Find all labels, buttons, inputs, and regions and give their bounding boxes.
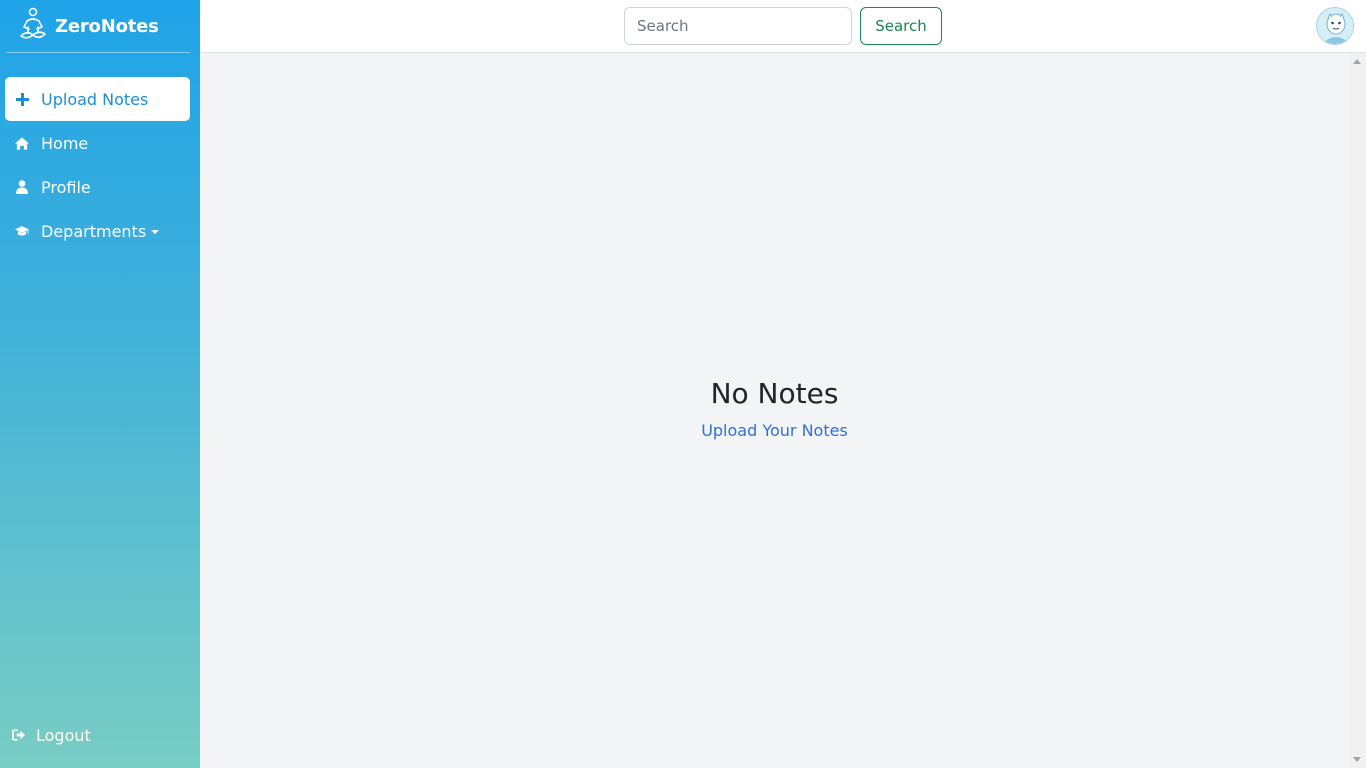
meditation-logo-icon — [18, 7, 48, 45]
home-icon — [15, 136, 29, 150]
scroll-down-icon[interactable] — [1353, 757, 1361, 762]
avatar-icon — [1317, 8, 1353, 44]
chevron-down-icon — [151, 230, 160, 234]
brand-divider — [6, 52, 190, 53]
empty-state-title: No Notes — [710, 377, 839, 410]
main-content: No Notes Upload Your Notes — [200, 53, 1349, 768]
brand-name: ZeroNotes — [55, 15, 159, 37]
logout-label: Logout — [36, 725, 91, 745]
brand[interactable]: ZeroNotes — [18, 7, 159, 45]
search-input[interactable] — [624, 7, 852, 45]
upload-your-notes-link[interactable]: Upload Your Notes — [200, 421, 1349, 440]
sign-out-icon — [12, 728, 26, 742]
avatar[interactable] — [1316, 7, 1354, 45]
search-button[interactable]: Search — [860, 7, 942, 45]
sidebar-item-label: Home — [41, 133, 89, 153]
sidebar-item-label: Upload Notes — [41, 89, 149, 109]
scroll-up-icon[interactable] — [1353, 59, 1361, 64]
sidebar-item-profile[interactable]: Profile — [5, 165, 190, 209]
graduation-cap-icon — [15, 224, 29, 238]
topbar: Search — [200, 0, 1366, 53]
sidebar-item-label: Profile — [41, 177, 91, 197]
sidebar-item-label: Departments — [41, 221, 147, 241]
sidebar-item-home[interactable]: Home — [5, 121, 190, 165]
sidebar-item-departments[interactable]: Departments — [5, 209, 190, 253]
sidebar: ZeroNotes Upload Notes Home Profile Depa… — [0, 0, 200, 768]
scrollbar[interactable] — [1349, 53, 1366, 768]
logout-button[interactable]: Logout — [12, 722, 91, 748]
user-icon — [15, 180, 29, 194]
plus-icon — [15, 92, 29, 106]
sidebar-item-upload-notes[interactable]: Upload Notes — [5, 77, 190, 121]
